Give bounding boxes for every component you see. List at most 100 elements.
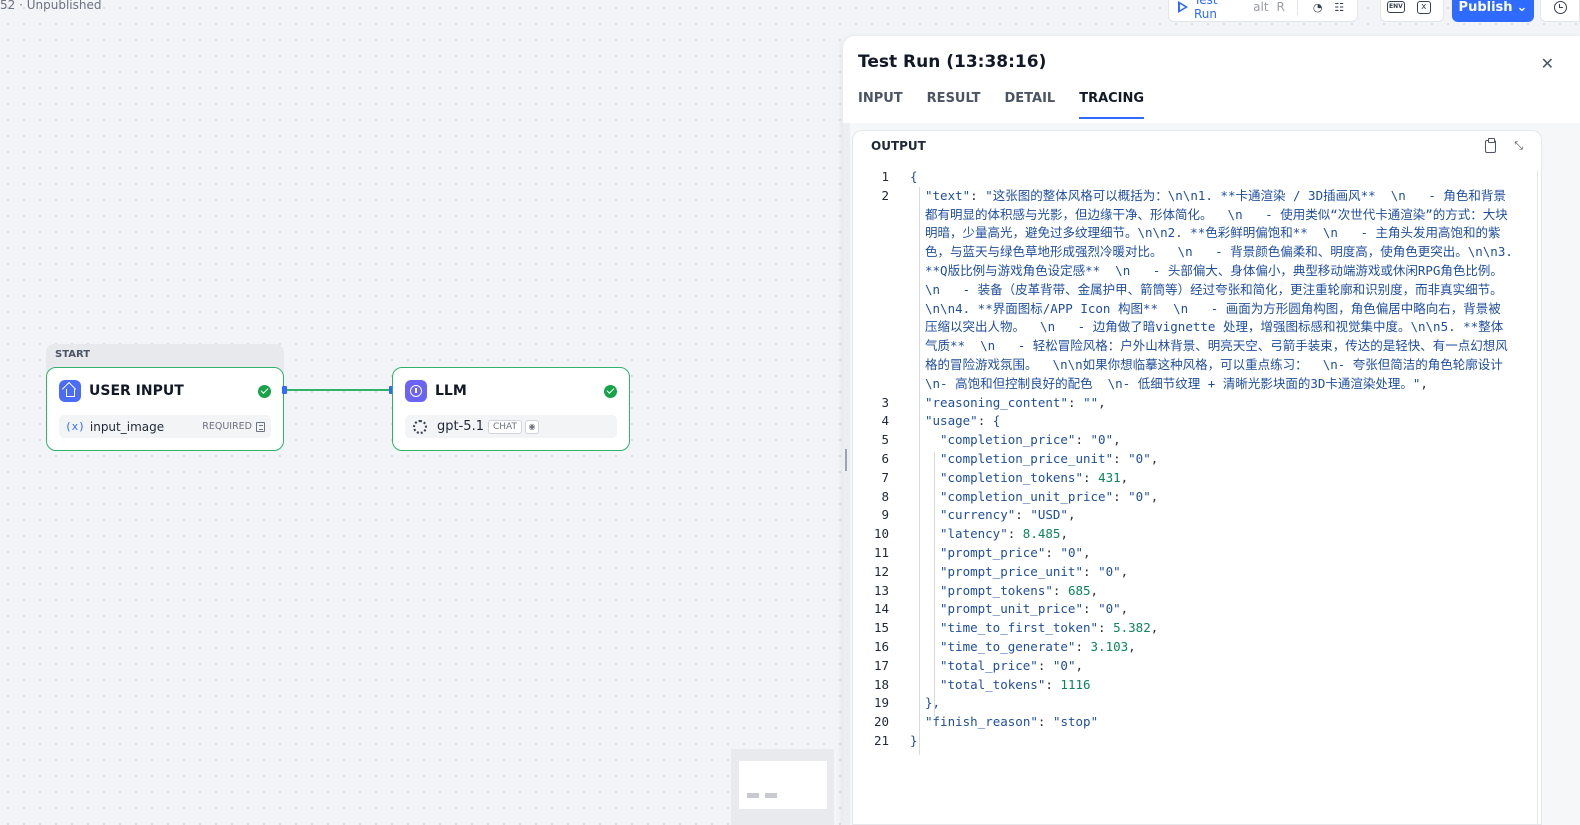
debug-icon[interactable]: ◔ xyxy=(1310,0,1326,15)
panel-tabs: INPUT RESULT DETAIL TRACING xyxy=(858,91,1145,119)
home-icon xyxy=(59,380,81,402)
node-title: USER INPUT xyxy=(89,383,184,399)
json-key: "currency" xyxy=(940,507,1016,523)
code-line: 21} xyxy=(873,732,918,748)
test-run-button[interactable]: Test Run xyxy=(1194,0,1243,21)
json-key: "prompt_tokens" xyxy=(940,582,1053,598)
json-value: 3.103 xyxy=(1090,638,1129,654)
node-title: LLM xyxy=(435,383,467,399)
json-value: "0" xyxy=(1128,450,1151,466)
json-value: 1116 xyxy=(1060,676,1091,692)
json-string-value: "" xyxy=(1083,394,1099,410)
code-line: 5 "completion_price": "0", xyxy=(881,432,1121,448)
code-line: 13 "prompt_tokens": 685, xyxy=(873,582,1099,598)
test-run-shortcut-key: R xyxy=(1276,0,1285,14)
json-key: "total_tokens" xyxy=(940,676,1046,692)
copy-icon[interactable] xyxy=(1485,137,1497,153)
workflow-status: 52 · Unpublished xyxy=(0,0,102,12)
publish-label: Publish xyxy=(1458,0,1513,15)
json-key: "reasoning_content" xyxy=(925,394,1068,410)
model-name: gpt-5.1 xyxy=(437,419,484,434)
code-line: 1{ xyxy=(881,169,918,184)
code-line: 19}, xyxy=(873,695,941,711)
code-line: 17 "total_price": "0", xyxy=(873,657,1084,673)
json-comma: , xyxy=(1120,563,1129,579)
minimap-node xyxy=(747,793,759,798)
json-key: "usage" xyxy=(925,413,978,429)
resize-handle-icon[interactable] xyxy=(845,449,847,471)
model-row: gpt-5.1 CHAT ◉ xyxy=(405,415,617,438)
json-key: "text" xyxy=(925,187,971,203)
json-key: "prompt_price" xyxy=(940,544,1046,560)
json-value: "0" xyxy=(1090,432,1114,448)
output-card: OUTPUT ⤡ 1{ 2 "text": "这张图的整体风格可以概括为：\n\n… xyxy=(852,130,1542,825)
tab-result[interactable]: RESULT xyxy=(927,91,981,119)
env-group: ENV x xyxy=(1380,0,1444,22)
json-value: "0" xyxy=(1060,544,1083,560)
minimap-viewport[interactable] xyxy=(739,761,827,809)
json-key: "time_to_first_token" xyxy=(940,620,1099,636)
json-comma: , xyxy=(1128,638,1136,654)
json-string-value: "这张图的整体风格可以概括为：\n\n1. **卡通渲染 / 3D插画风** \… xyxy=(925,187,1521,391)
input-variable-row: (x) input_image REQUIRED xyxy=(59,415,271,438)
collapse-icon[interactable]: ⤡ xyxy=(1514,139,1523,153)
play-icon xyxy=(1178,1,1188,13)
json-comma: , xyxy=(1120,601,1129,617)
json-value: "0" xyxy=(1098,563,1121,579)
test-run-panel: Test Run (13:38:16) ✕ INPUT RESULT DETAI… xyxy=(843,36,1580,825)
llm-node[interactable]: LLM gpt-5.1 CHAT ◉ xyxy=(392,367,630,451)
success-check-icon xyxy=(604,384,617,398)
code-line: 7 "completion_tokens": 431, xyxy=(881,469,1129,485)
node-connection-edge[interactable] xyxy=(284,389,392,391)
publish-button[interactable]: Publish ⌄ xyxy=(1452,0,1534,22)
user-input-node[interactable]: USER INPUT (x) input_image REQUIRED xyxy=(46,367,284,451)
tab-tracing[interactable]: TRACING xyxy=(1079,91,1145,119)
code-line: 14 "prompt_unit_price": "0", xyxy=(873,601,1129,617)
minimap[interactable] xyxy=(731,749,834,825)
code-line: 8 "completion_unit_price": "0", xyxy=(881,488,1159,504)
json-key: "completion_price_unit" xyxy=(940,450,1114,466)
indent-guide xyxy=(934,452,935,716)
json-value: "USD" xyxy=(1030,507,1068,523)
vision-icon: ◉ xyxy=(524,419,539,434)
output-handle[interactable] xyxy=(282,386,287,394)
json-comma: , xyxy=(1150,620,1159,636)
resize-rail[interactable] xyxy=(843,123,850,825)
panel-title: Test Run (13:38:16) xyxy=(858,52,1047,72)
json-key: "prompt_price_unit" xyxy=(940,563,1083,579)
document-icon xyxy=(256,421,265,432)
json-key: "prompt_unit_price" xyxy=(940,601,1083,617)
code-line: 10 "latency": 8.485, xyxy=(873,526,1068,542)
json-value: 431 xyxy=(1098,469,1121,485)
scrollbar[interactable] xyxy=(1537,171,1541,825)
variable-icon: (x) xyxy=(65,420,85,433)
close-icon[interactable]: ✕ xyxy=(1541,54,1554,73)
variable-icon[interactable]: x xyxy=(1416,0,1431,14)
code-line: 6 "completion_price_unit": "0", xyxy=(881,450,1159,466)
json-key: "completion_price" xyxy=(940,432,1076,448)
json-comma: , xyxy=(1090,582,1099,598)
output-title: OUTPUT xyxy=(871,139,926,153)
tab-input[interactable]: INPUT xyxy=(858,91,903,119)
code-line: 3 "reasoning_content": "", xyxy=(881,394,1106,410)
json-comma: , xyxy=(1083,544,1091,560)
env-button[interactable]: ENV xyxy=(1387,1,1405,13)
tracing-body: OUTPUT ⤡ 1{ 2 "text": "这张图的整体风格可以概括为：\n\n… xyxy=(843,123,1580,825)
history-button[interactable] xyxy=(1540,0,1580,22)
code-line: 16 "time_to_generate": 3.103, xyxy=(873,638,1136,654)
json-comma: , xyxy=(1113,432,1121,448)
json-comma: , xyxy=(1075,657,1084,673)
code-line: 11 "prompt_price": "0", xyxy=(873,544,1091,560)
json-comma: , xyxy=(1060,526,1068,542)
indent-guide xyxy=(919,187,920,755)
json-string-value: "stop" xyxy=(1052,714,1099,730)
tab-detail[interactable]: DETAIL xyxy=(1004,91,1055,119)
model-icon xyxy=(413,419,427,434)
json-comma: , xyxy=(1120,469,1129,485)
json-key: "time_to_generate" xyxy=(940,638,1076,654)
json-key: "latency" xyxy=(940,526,1008,542)
history-icon xyxy=(1553,0,1567,14)
test-run-shortcut-mod: alt xyxy=(1253,0,1269,14)
toolbar-divider xyxy=(1296,0,1298,15)
checklist-icon[interactable]: ☷ xyxy=(1331,0,1347,15)
